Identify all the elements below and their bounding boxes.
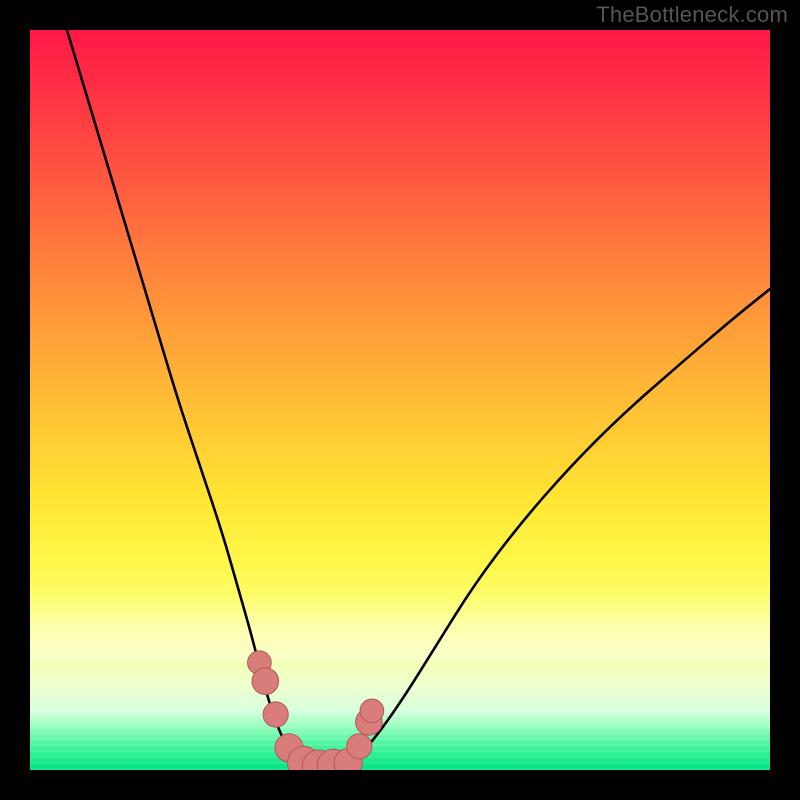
curve-layer <box>30 30 770 770</box>
watermark-label: TheBottleneck.com <box>596 2 788 28</box>
bottleneck-curve <box>67 30 770 767</box>
marker-bead <box>347 734 372 759</box>
marker-bead <box>252 668 279 695</box>
app-frame: TheBottleneck.com <box>0 0 800 800</box>
marker-bead <box>360 699 384 723</box>
marker-bead <box>263 702 288 727</box>
plot-area <box>30 30 770 770</box>
marker-beads <box>248 651 384 770</box>
